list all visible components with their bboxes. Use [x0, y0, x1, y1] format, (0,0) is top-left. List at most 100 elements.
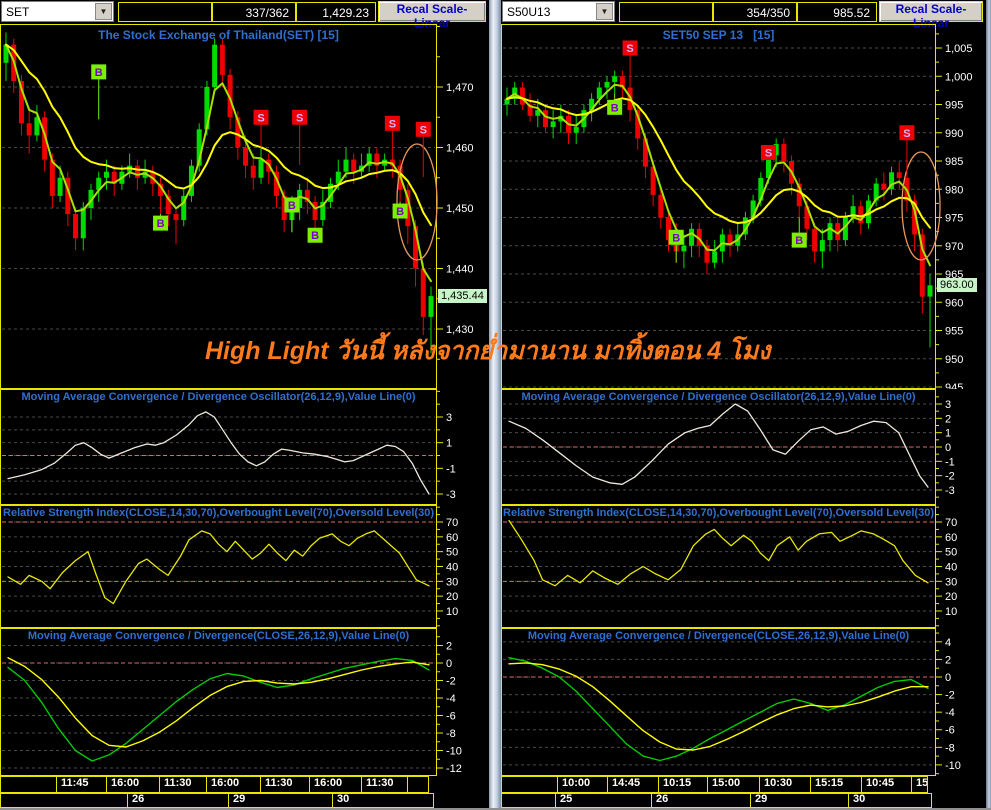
- time-axis-label: 10:30: [759, 776, 811, 793]
- price-axis: 1,0051,000995990985980975970965960955950…: [936, 33, 973, 389]
- symbol-dropdown[interactable]: S50U13 ▼: [502, 1, 615, 22]
- axis-label: -8: [945, 742, 955, 754]
- sell-signal-marker: S: [415, 121, 431, 177]
- sell-signal-marker: S: [899, 125, 915, 173]
- axis-label: 3: [446, 412, 452, 424]
- axis-label: 2: [446, 641, 452, 653]
- date-axis-label: [0, 793, 128, 808]
- time-axis-label: 11:45: [56, 776, 107, 793]
- date-axis-label: 29: [750, 793, 849, 808]
- price-axis: 70 60 50 40 30 20 10: [936, 506, 957, 627]
- candle: [212, 38, 218, 94]
- candle: [704, 240, 710, 274]
- svg-text:S: S: [765, 148, 772, 160]
- date-axis-label: 30: [332, 793, 434, 808]
- bid-ask-ratio-box: 354/350: [713, 2, 797, 22]
- time-axis-label: [0, 776, 57, 793]
- time-axis-label: 15:30: [911, 776, 928, 793]
- svg-text:B: B: [795, 235, 803, 247]
- recal-scale-button[interactable]: Recal Scale-Linear: [378, 1, 486, 30]
- chevron-down-icon[interactable]: ▼: [596, 3, 613, 20]
- axis-label: 990: [945, 128, 963, 140]
- rsi-panel-title: Relative Strength Index(CLOSE,14,30,70),…: [3, 507, 434, 519]
- candle: [366, 147, 372, 172]
- chart-title: The Stock Exchange of Thailand(SET) [15]: [98, 28, 339, 42]
- symbol-dropdown-value: SET: [6, 5, 30, 19]
- sell-signal-marker: S: [622, 40, 638, 82]
- buy-signal-marker: B: [392, 201, 408, 219]
- buy-signal-marker: B: [91, 64, 107, 120]
- axis-label: 2: [945, 413, 951, 425]
- time-axis-label: 14:45: [607, 776, 659, 793]
- macd-line: [7, 657, 430, 762]
- toolbar-empty-box: [619, 2, 713, 22]
- axis-label: 0: [945, 442, 951, 454]
- axis-label: 1,005: [945, 43, 973, 55]
- ma-fast-line: [5, 43, 432, 283]
- trading-app-window: SET ▼ 337/362 1,429.23 Recal Scale-Linea…: [0, 0, 991, 810]
- panel-divider-scrollbar[interactable]: [489, 0, 501, 810]
- macd-line: [508, 657, 929, 762]
- svg-text:S: S: [626, 43, 633, 55]
- symbol-dropdown-value: S50U13: [507, 5, 551, 19]
- svg-text:S: S: [903, 128, 910, 140]
- axis-label: 3: [945, 399, 951, 411]
- axis-label: 60: [446, 532, 458, 544]
- osc-panel-title: Moving Average Convergence / Divergence …: [521, 391, 916, 403]
- svg-text:B: B: [311, 230, 319, 242]
- last-price-tag: 1,435.44: [438, 289, 487, 304]
- rsi-line: [7, 530, 430, 605]
- axis-label: -2: [945, 690, 955, 702]
- candle: [604, 76, 610, 99]
- highlight-annotation: High Light วันนี้ หลังจากย่ำมานาน มาทิ้ง…: [205, 337, 771, 365]
- time-axis: 11:45 16:00 11:30 16:00 11:30 16:00 11:30: [0, 776, 429, 793]
- rsi-chart: 70 60 50 40 30 20 10: [0, 505, 458, 628]
- candle: [96, 171, 102, 202]
- time-axis-label: 15:15: [810, 776, 862, 793]
- last-value-box: 985.52: [797, 2, 877, 22]
- candle: [258, 147, 264, 184]
- candle: [519, 81, 525, 111]
- axis-label: -4: [945, 707, 955, 719]
- ma-fast-line: [506, 83, 931, 267]
- signal-line: [7, 657, 430, 748]
- axis-label: 975: [945, 213, 963, 225]
- axis-label: 40: [446, 561, 458, 573]
- recal-scale-button[interactable]: Recal Scale-Linear: [879, 1, 983, 30]
- svg-text:S: S: [296, 112, 303, 124]
- axis-label: -8: [446, 728, 456, 740]
- osc-chart: 3 1 -1 -3: [0, 389, 456, 505]
- svg-text:B: B: [157, 218, 165, 230]
- axis-label: 70: [945, 517, 957, 529]
- axis-label: 985: [945, 156, 963, 168]
- candle: [320, 189, 326, 227]
- axis-label: -3: [446, 489, 456, 501]
- candle: [927, 274, 933, 348]
- time-axis-label: 10:45: [861, 776, 912, 793]
- candle: [550, 110, 556, 139]
- svg-text:B: B: [396, 206, 404, 218]
- right-scrollbar[interactable]: [986, 0, 991, 810]
- axis-label: 30: [945, 576, 957, 588]
- candle: [612, 70, 618, 94]
- sell-signal-marker: S: [253, 109, 269, 148]
- axis-label: 1: [945, 428, 951, 440]
- macd-panel-title: Moving Average Convergence / Divergence(…: [527, 630, 910, 642]
- osc-panel-title: Moving Average Convergence / Divergence …: [21, 391, 416, 403]
- axis-label: 10: [945, 606, 957, 618]
- axis-label: 1,460: [446, 143, 474, 155]
- candle: [889, 166, 895, 195]
- candle: [142, 159, 148, 184]
- axis-label: 20: [945, 591, 957, 603]
- candle: [304, 177, 310, 215]
- rsi-panel-title: Relative Strength Index(CLOSE,14,30,70),…: [503, 507, 934, 519]
- chevron-down-icon[interactable]: ▼: [95, 3, 112, 20]
- symbol-dropdown[interactable]: SET ▼: [1, 1, 114, 22]
- axis-label: 0: [446, 658, 452, 670]
- candle: [827, 217, 833, 252]
- candle: [689, 223, 695, 258]
- time-axis-label: 11:30: [361, 776, 408, 793]
- candle: [173, 208, 179, 245]
- axis-label: -4: [446, 693, 456, 705]
- macd-chart: 4 2 0 -2 -4 -6 -8 -10: [501, 628, 961, 776]
